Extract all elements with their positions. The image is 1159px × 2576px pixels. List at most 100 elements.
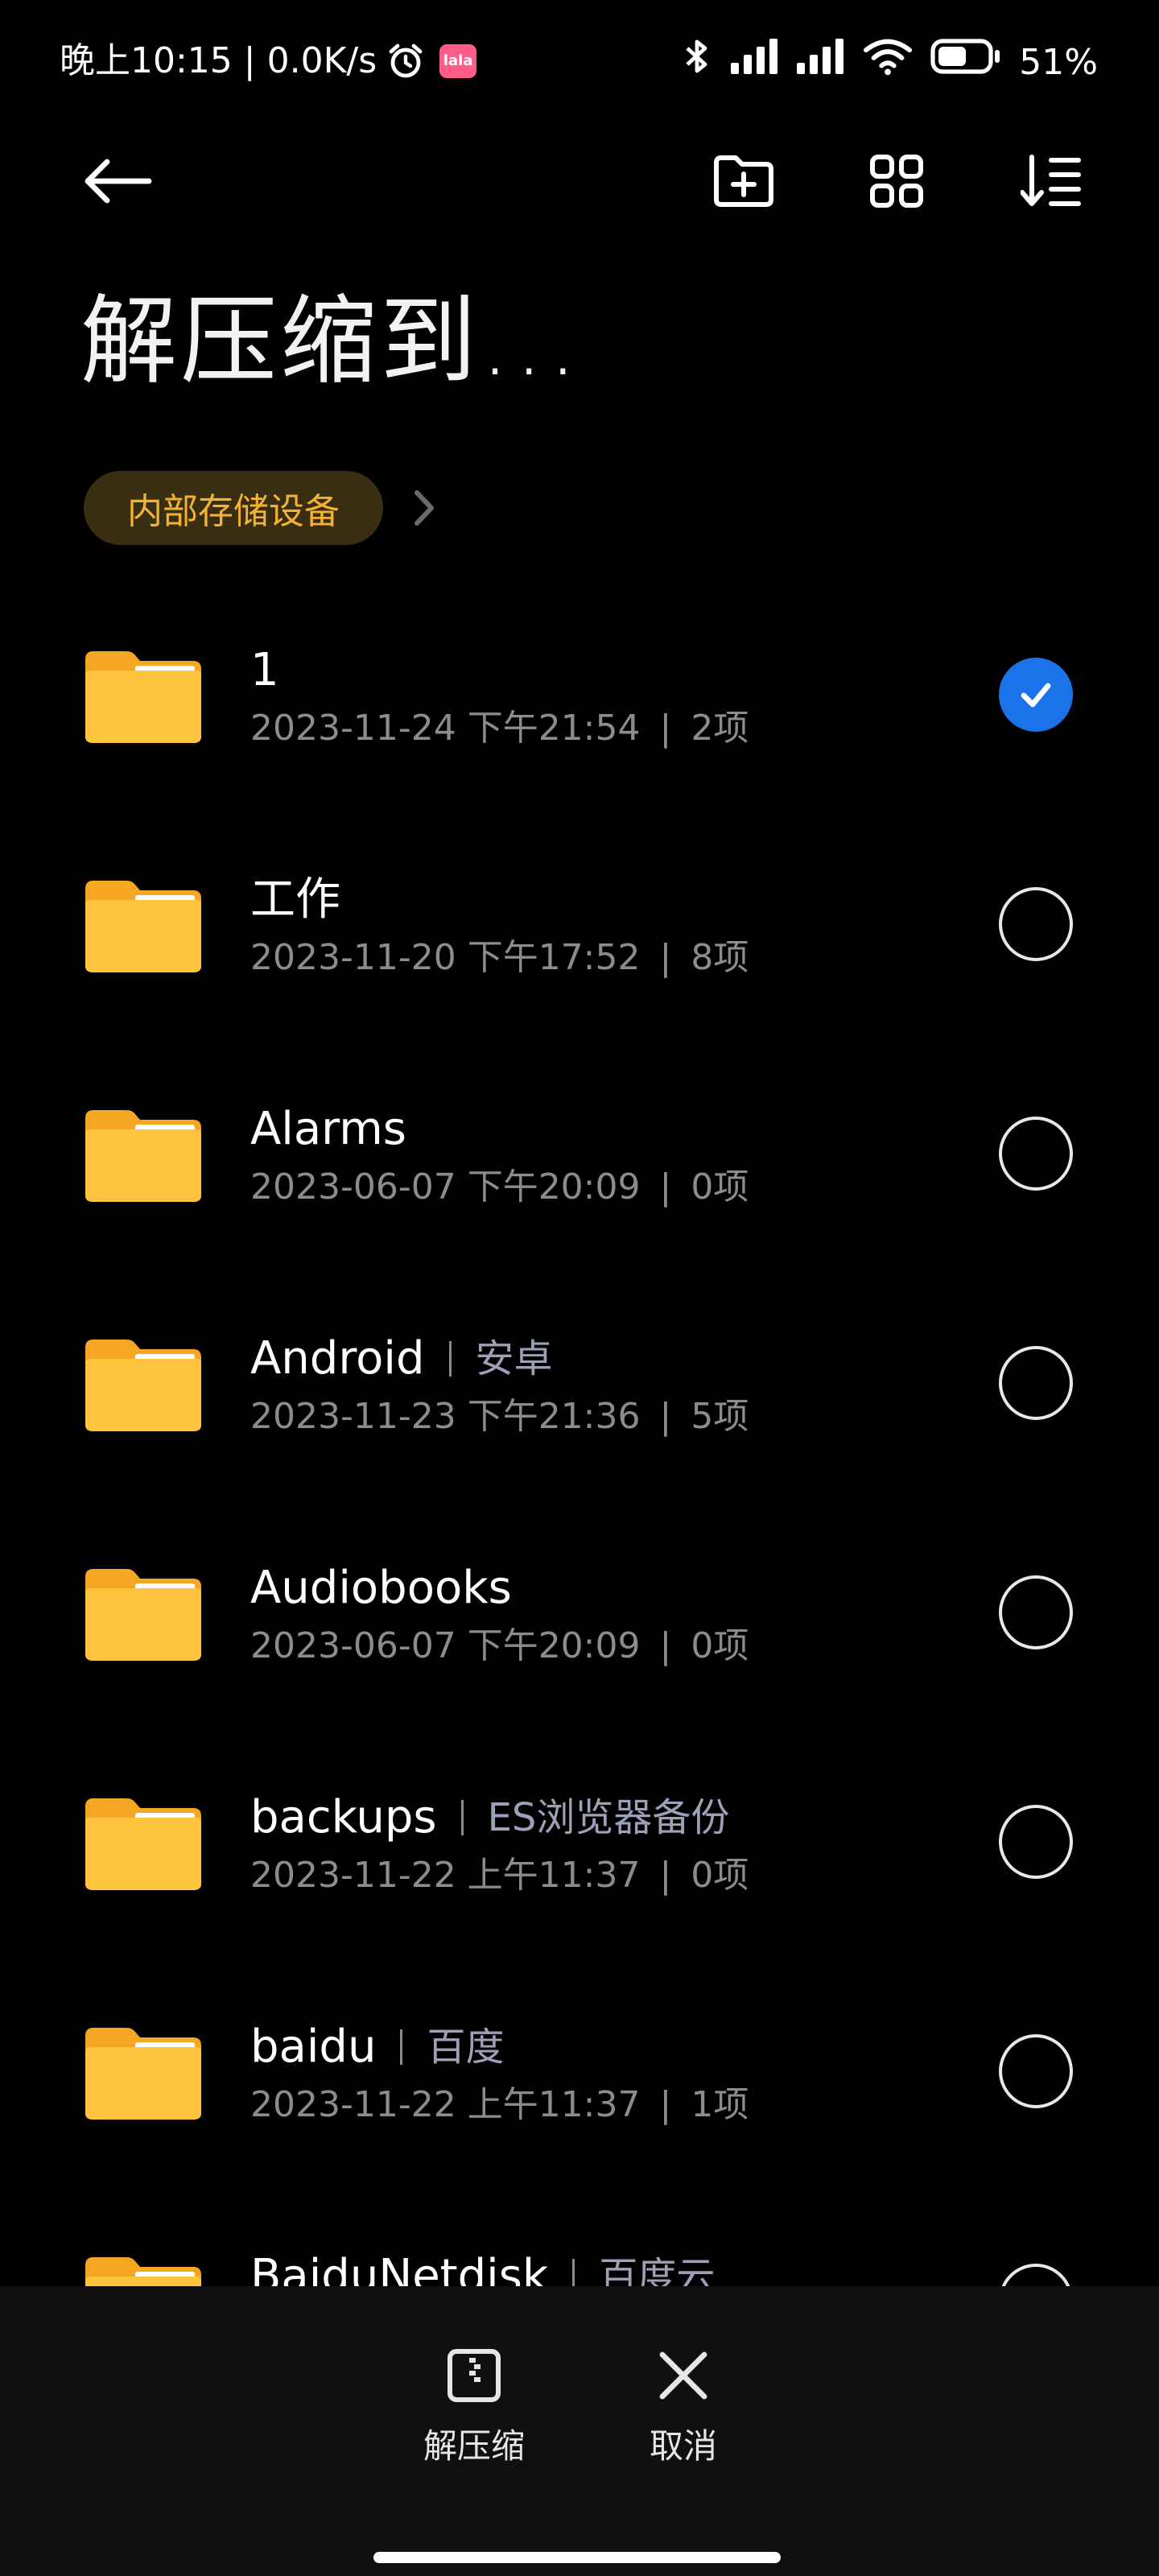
- folder-row[interactable]: backups ES浏览器备份 2023-11-22 上午11:37 | 0项: [0, 1763, 1159, 1992]
- breadcrumb: 内部存储设备: [84, 471, 436, 545]
- alarm-icon: [386, 42, 425, 80]
- file-meta: 2023-11-24 下午21:54 | 2项: [250, 704, 749, 753]
- meta-separator: |: [659, 2084, 672, 2125]
- status-right: 51%: [681, 37, 1098, 89]
- file-alias: 安卓: [475, 1336, 553, 1381]
- file-name: 工作: [250, 873, 340, 926]
- checkmark-icon: [1021, 683, 1051, 708]
- file-name: BaiduNetdisk: [250, 2250, 549, 2286]
- select-radio[interactable]: [999, 1575, 1073, 1649]
- file-list: 1 2023-11-24 下午21:54 | 2项 工作 2023-11-20 下午…: [0, 616, 1159, 2286]
- page-title: 解压缩到...: [80, 286, 582, 398]
- new-folder-icon: [714, 155, 773, 207]
- file-name-line: 工作: [250, 869, 340, 931]
- select-radio[interactable]: [999, 1346, 1073, 1420]
- file-name-line: Android 安卓: [250, 1328, 553, 1389]
- select-radio[interactable]: [999, 887, 1073, 961]
- file-date: 2023-11-20 下午17:52: [250, 937, 641, 978]
- file-name-line: backups ES浏览器备份: [250, 1787, 729, 1848]
- cancel-button[interactable]: 取消: [603, 2347, 764, 2483]
- sort-button[interactable]: [1011, 141, 1091, 221]
- status-time: 晚上10:15 | 0.0K/s: [60, 40, 377, 81]
- extract-button[interactable]: 解压缩: [394, 2347, 555, 2483]
- select-radio[interactable]: [999, 2034, 1073, 2108]
- status-bar: 晚上10:15 | 0.0K/s lala 51%: [0, 0, 1159, 121]
- wifi-icon: [863, 37, 913, 89]
- back-button[interactable]: [77, 141, 158, 221]
- folder-icon: [85, 1340, 201, 1431]
- app-notification-icon: lala: [439, 44, 477, 78]
- file-meta: 2023-11-20 下午17:52 | 8项: [250, 934, 749, 982]
- bluetooth-icon: [681, 37, 713, 89]
- extract-label: 解压缩: [423, 2426, 525, 2466]
- bottom-action-bar: 解压缩 取消: [0, 2286, 1159, 2576]
- file-meta: 2023-11-22 上午11:37 | 1项: [250, 2081, 749, 2129]
- battery-icon: [930, 39, 1001, 87]
- alias-separator: [400, 2029, 403, 2065]
- meta-separator: |: [659, 1855, 672, 1896]
- folder-row[interactable]: baidu 百度 2023-11-22 上午11:37 | 1项: [0, 1992, 1159, 2222]
- folder-row[interactable]: Audiobooks 2023-06-07 下午20:09 | 0项: [0, 1534, 1159, 1763]
- file-count: 5项: [691, 1396, 749, 1437]
- alias-separator: [572, 2259, 575, 2286]
- chevron-right-icon: [412, 488, 436, 528]
- folder-icon: [85, 1798, 201, 1890]
- folder-row[interactable]: Android 安卓 2023-11-23 下午21:36 | 5项: [0, 1304, 1159, 1534]
- select-radio[interactable]: [999, 658, 1073, 732]
- file-name: 1: [250, 644, 279, 696]
- toolbar: [0, 137, 1159, 233]
- file-meta: 2023-11-22 上午11:37 | 0项: [250, 1852, 749, 1900]
- folder-row[interactable]: BaiduNetdisk 百度云: [0, 2222, 1159, 2286]
- new-folder-button[interactable]: [703, 141, 784, 221]
- close-icon: [659, 2351, 707, 2400]
- select-radio[interactable]: [999, 1117, 1073, 1191]
- file-meta: 2023-06-07 下午20:09 | 0项: [250, 1622, 749, 1670]
- file-name-line: BaiduNetdisk 百度云: [250, 2246, 715, 2286]
- battery-percent: 51%: [1019, 42, 1098, 83]
- meta-separator: |: [659, 1396, 672, 1437]
- folder-icon: [85, 1110, 201, 1202]
- file-meta: 2023-06-07 下午20:09 | 0项: [250, 1163, 749, 1212]
- select-radio[interactable]: [999, 2264, 1073, 2286]
- folder-icon: [85, 2028, 201, 2120]
- select-radio[interactable]: [999, 1805, 1073, 1879]
- file-date: 2023-06-07 下午20:09: [250, 1166, 641, 1208]
- grid-view-button[interactable]: [856, 141, 937, 221]
- meta-separator: |: [659, 937, 672, 978]
- folder-icon: [85, 2257, 201, 2286]
- breadcrumb-internal-storage[interactable]: 内部存储设备: [84, 471, 383, 545]
- file-count: 0项: [691, 1855, 749, 1896]
- folder-row[interactable]: Alarms 2023-06-07 下午20:09 | 0项: [0, 1075, 1159, 1304]
- status-left: 晚上10:15 | 0.0K/s lala: [60, 37, 477, 85]
- file-name-line: Audiobooks: [250, 1558, 512, 1619]
- folder-icon: [85, 881, 201, 972]
- file-count: 0项: [691, 1625, 749, 1666]
- back-arrow-icon: [85, 159, 152, 204]
- file-count: 1项: [691, 2084, 749, 2125]
- file-date: 2023-06-07 下午20:09: [250, 1625, 641, 1666]
- file-meta: 2023-11-23 下午21:36 | 5项: [250, 1393, 749, 1441]
- file-alias: 百度云: [599, 2254, 716, 2286]
- alias-separator: [448, 1341, 452, 1377]
- file-date: 2023-11-23 下午21:36: [250, 1396, 641, 1437]
- extract-icon: [448, 2349, 501, 2402]
- file-date: 2023-11-24 下午21:54: [250, 708, 641, 749]
- meta-separator: |: [659, 708, 672, 749]
- signal-icon-1: [731, 39, 779, 87]
- file-date: 2023-11-22 上午11:37: [250, 2084, 641, 2125]
- folder-icon: [85, 651, 201, 743]
- file-count: 0项: [691, 1166, 749, 1208]
- sort-icon: [1021, 155, 1081, 206]
- home-indicator[interactable]: [373, 2552, 781, 2563]
- file-name-line: Alarms: [250, 1099, 406, 1160]
- file-name-line: 1: [250, 640, 279, 701]
- file-date: 2023-11-22 上午11:37: [250, 1855, 641, 1896]
- file-name: baidu: [250, 2021, 377, 2073]
- file-name: Android: [250, 1332, 425, 1385]
- file-alias: ES浏览器备份: [487, 1795, 730, 1840]
- cancel-label: 取消: [649, 2426, 717, 2466]
- folder-row[interactable]: 1 2023-11-24 下午21:54 | 2项: [0, 616, 1159, 845]
- file-alias: 百度: [427, 2025, 505, 2070]
- file-name: backups: [250, 1791, 437, 1843]
- folder-row[interactable]: 工作 2023-11-20 下午17:52 | 8项: [0, 845, 1159, 1075]
